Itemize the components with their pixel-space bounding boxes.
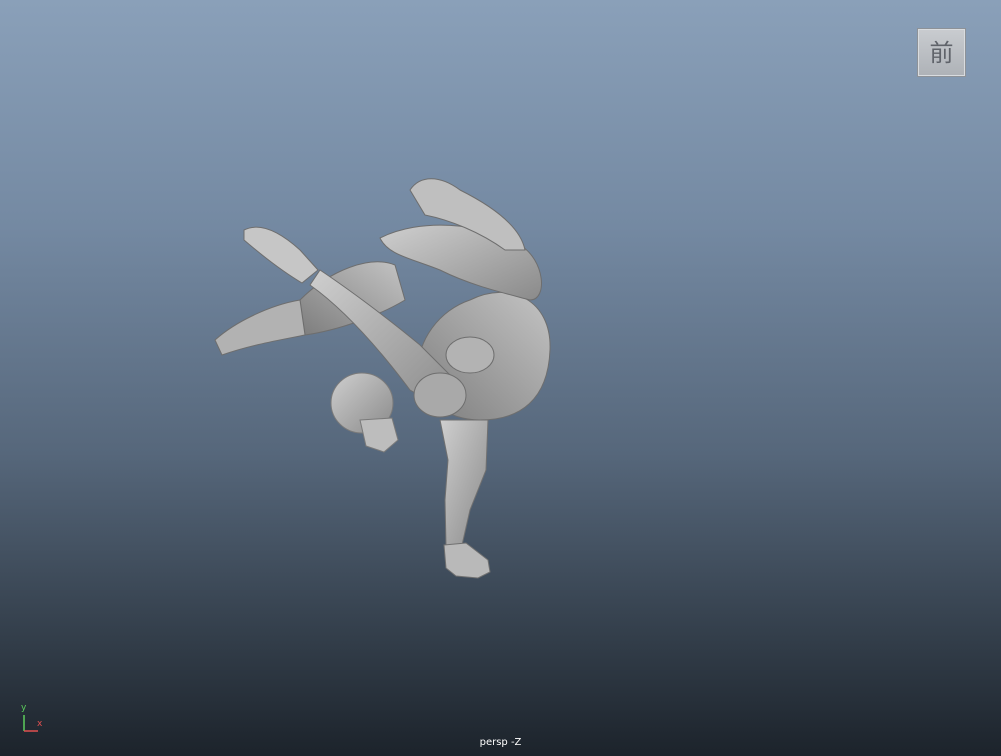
maya-viewport[interactable]: 前 y x persp -Z — [0, 0, 1001, 756]
extended-foot — [214, 299, 306, 356]
camera-name-label: persp -Z — [479, 737, 522, 748]
axis-x-label: x — [37, 719, 43, 729]
support-arm — [439, 419, 489, 546]
support-hand — [443, 542, 491, 579]
shoulder — [413, 372, 467, 418]
mannequin-model[interactable] — [0, 0, 1001, 756]
axis-y-label: y — [21, 703, 27, 713]
viewcube-face-label: 前 — [929, 38, 954, 67]
axis-indicator: y x — [18, 703, 48, 735]
viewcube[interactable]: 前 — [917, 28, 966, 77]
knee — [445, 336, 495, 374]
jaw — [359, 417, 399, 453]
free-hand — [243, 226, 319, 284]
